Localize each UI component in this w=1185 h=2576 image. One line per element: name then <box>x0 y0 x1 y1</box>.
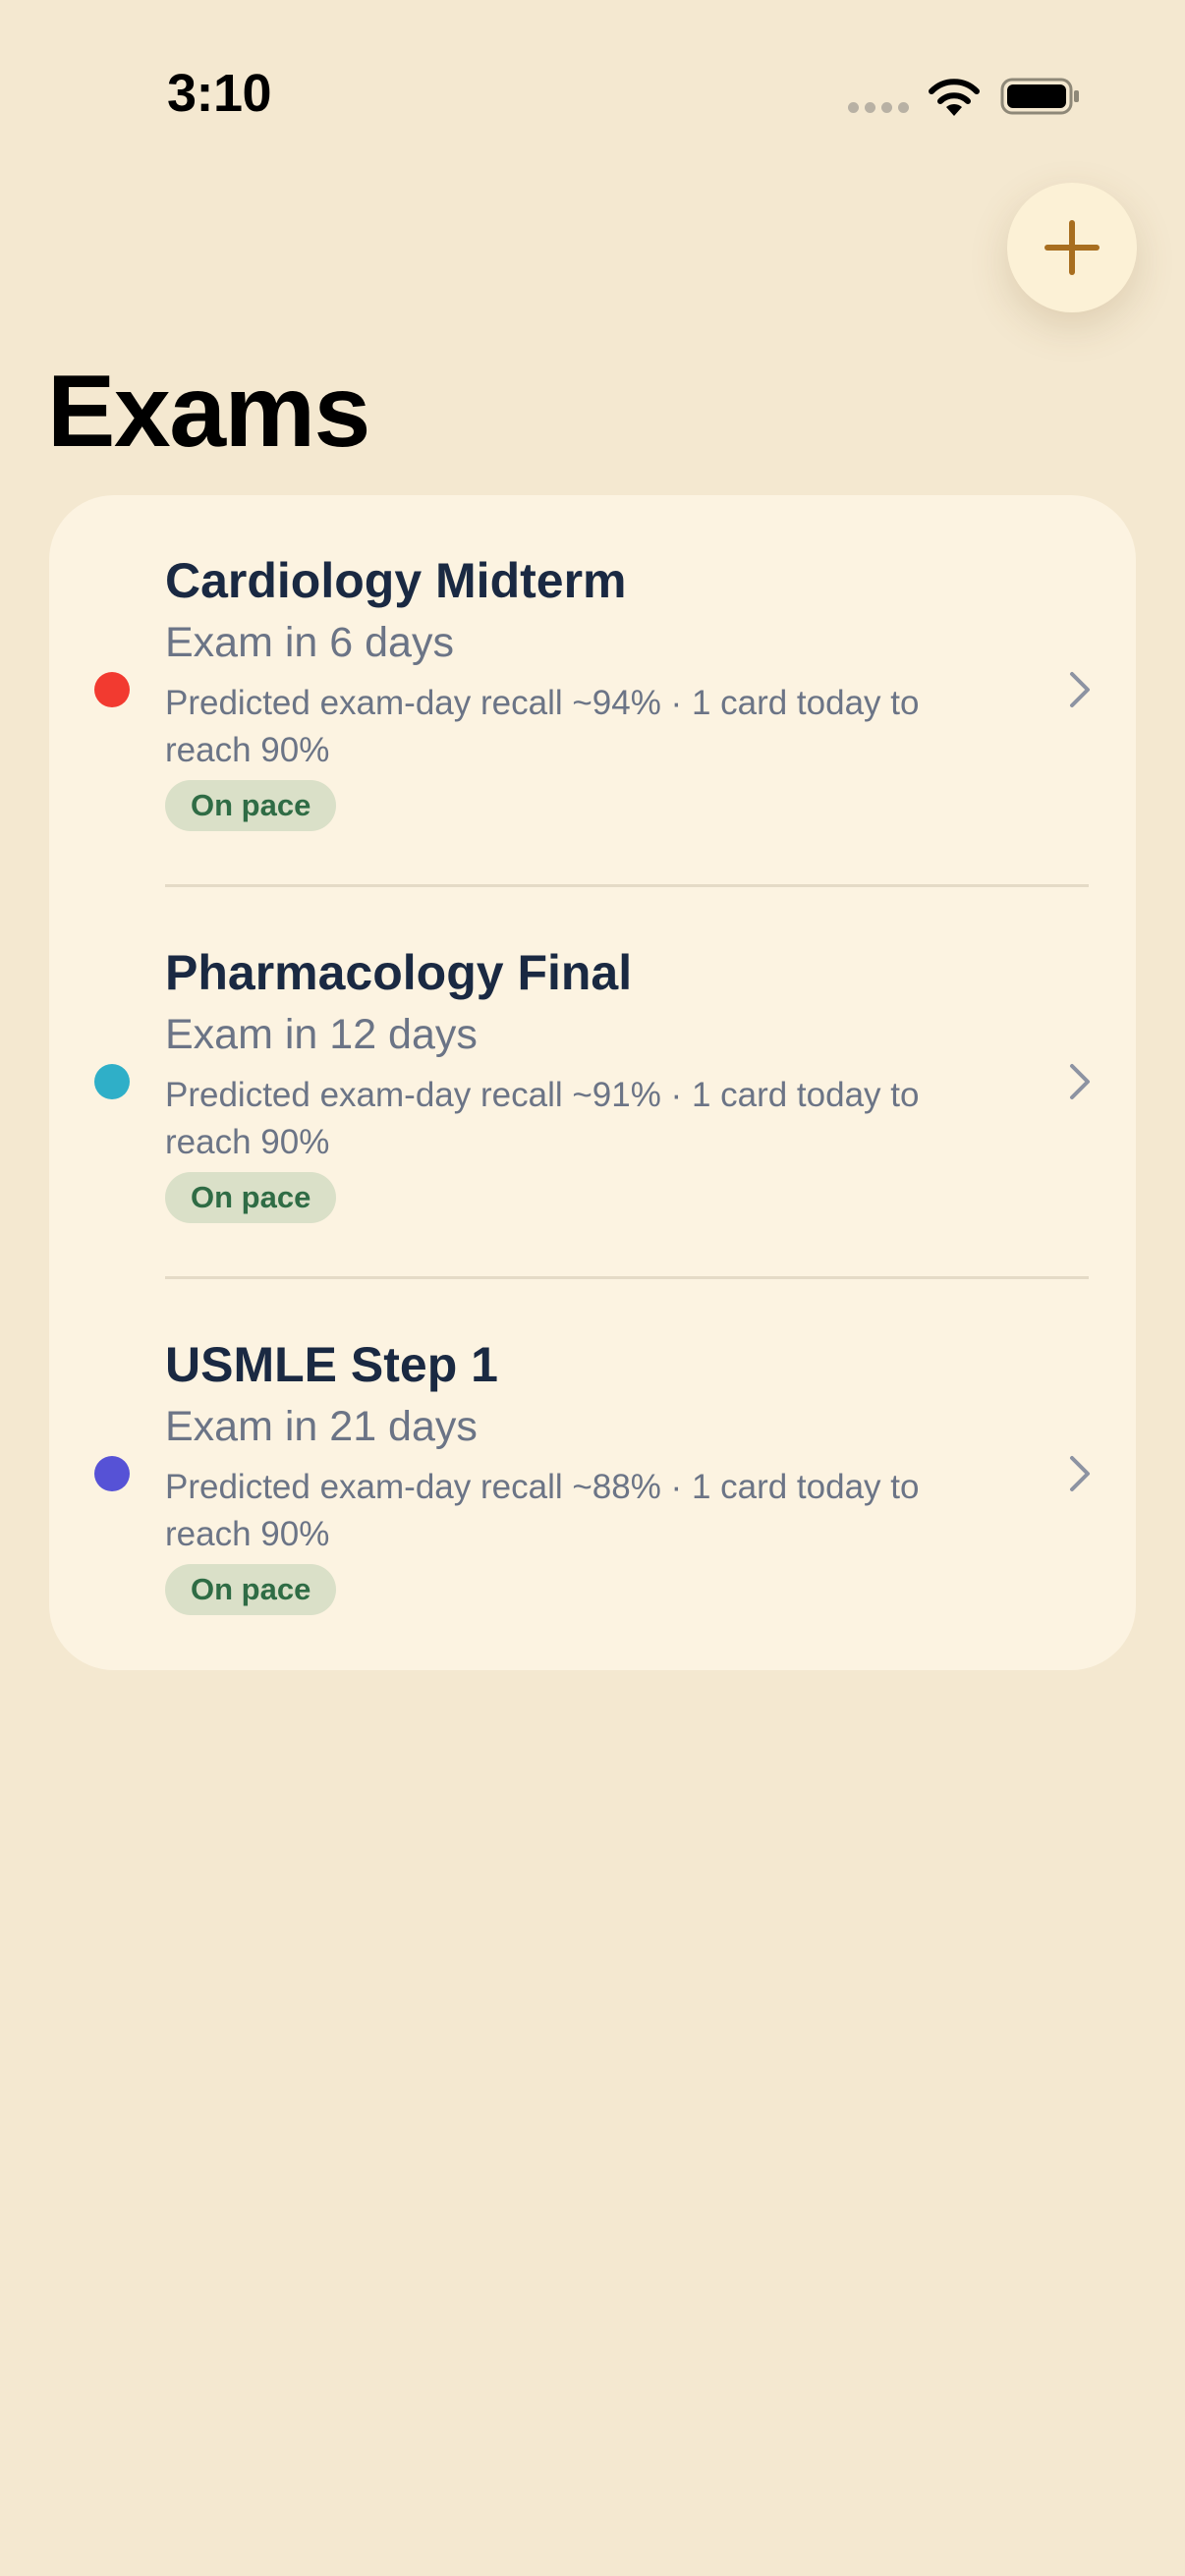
exam-row-pharmacology-final[interactable]: Pharmacology Final Exam in 12 days Predi… <box>49 887 1136 1280</box>
exam-countdown: Exam in 12 days <box>165 1011 478 1058</box>
wifi-icon <box>929 79 980 116</box>
cellular-signal-icon <box>848 102 909 113</box>
exam-list: Cardiology Midterm Exam in 6 days Predic… <box>49 495 1136 1670</box>
exam-title: Pharmacology Final <box>165 945 633 1000</box>
exam-title: USMLE Step 1 <box>165 1337 498 1392</box>
plus-icon <box>1044 220 1100 275</box>
exam-color-dot <box>94 1456 130 1491</box>
status-badge: On pace <box>165 780 337 831</box>
exam-countdown: Exam in 21 days <box>165 1403 478 1450</box>
page-title: Exams <box>47 355 370 469</box>
chevron-right-icon <box>1070 1456 1090 1491</box>
status-time: 3:10 <box>167 64 272 123</box>
status-badge: On pace <box>165 1564 337 1615</box>
exam-recall-detail: Predicted exam-day recall ~91% · 1 card … <box>165 1076 920 1161</box>
exam-row-cardiology-midterm[interactable]: Cardiology Midterm Exam in 6 days Predic… <box>49 495 1136 888</box>
exam-row-usmle-step-1[interactable]: USMLE Step 1 Exam in 21 days Predicted e… <box>49 1279 1136 1672</box>
screen: 3:10 Exams Cardiology Midterm Exam in 6 … <box>0 0 1185 2576</box>
exam-title: Cardiology Midterm <box>165 553 627 608</box>
status-badge: On pace <box>165 1172 337 1223</box>
chevron-right-icon <box>1070 672 1090 707</box>
exam-color-dot <box>94 1064 130 1099</box>
exam-color-dot <box>94 672 130 707</box>
exam-countdown: Exam in 6 days <box>165 619 454 666</box>
add-exam-button[interactable] <box>1007 183 1137 312</box>
battery-icon <box>1000 78 1079 115</box>
exam-recall-detail: Predicted exam-day recall ~94% · 1 card … <box>165 684 920 769</box>
chevron-right-icon <box>1070 1064 1090 1099</box>
exam-recall-detail: Predicted exam-day recall ~88% · 1 card … <box>165 1468 920 1553</box>
